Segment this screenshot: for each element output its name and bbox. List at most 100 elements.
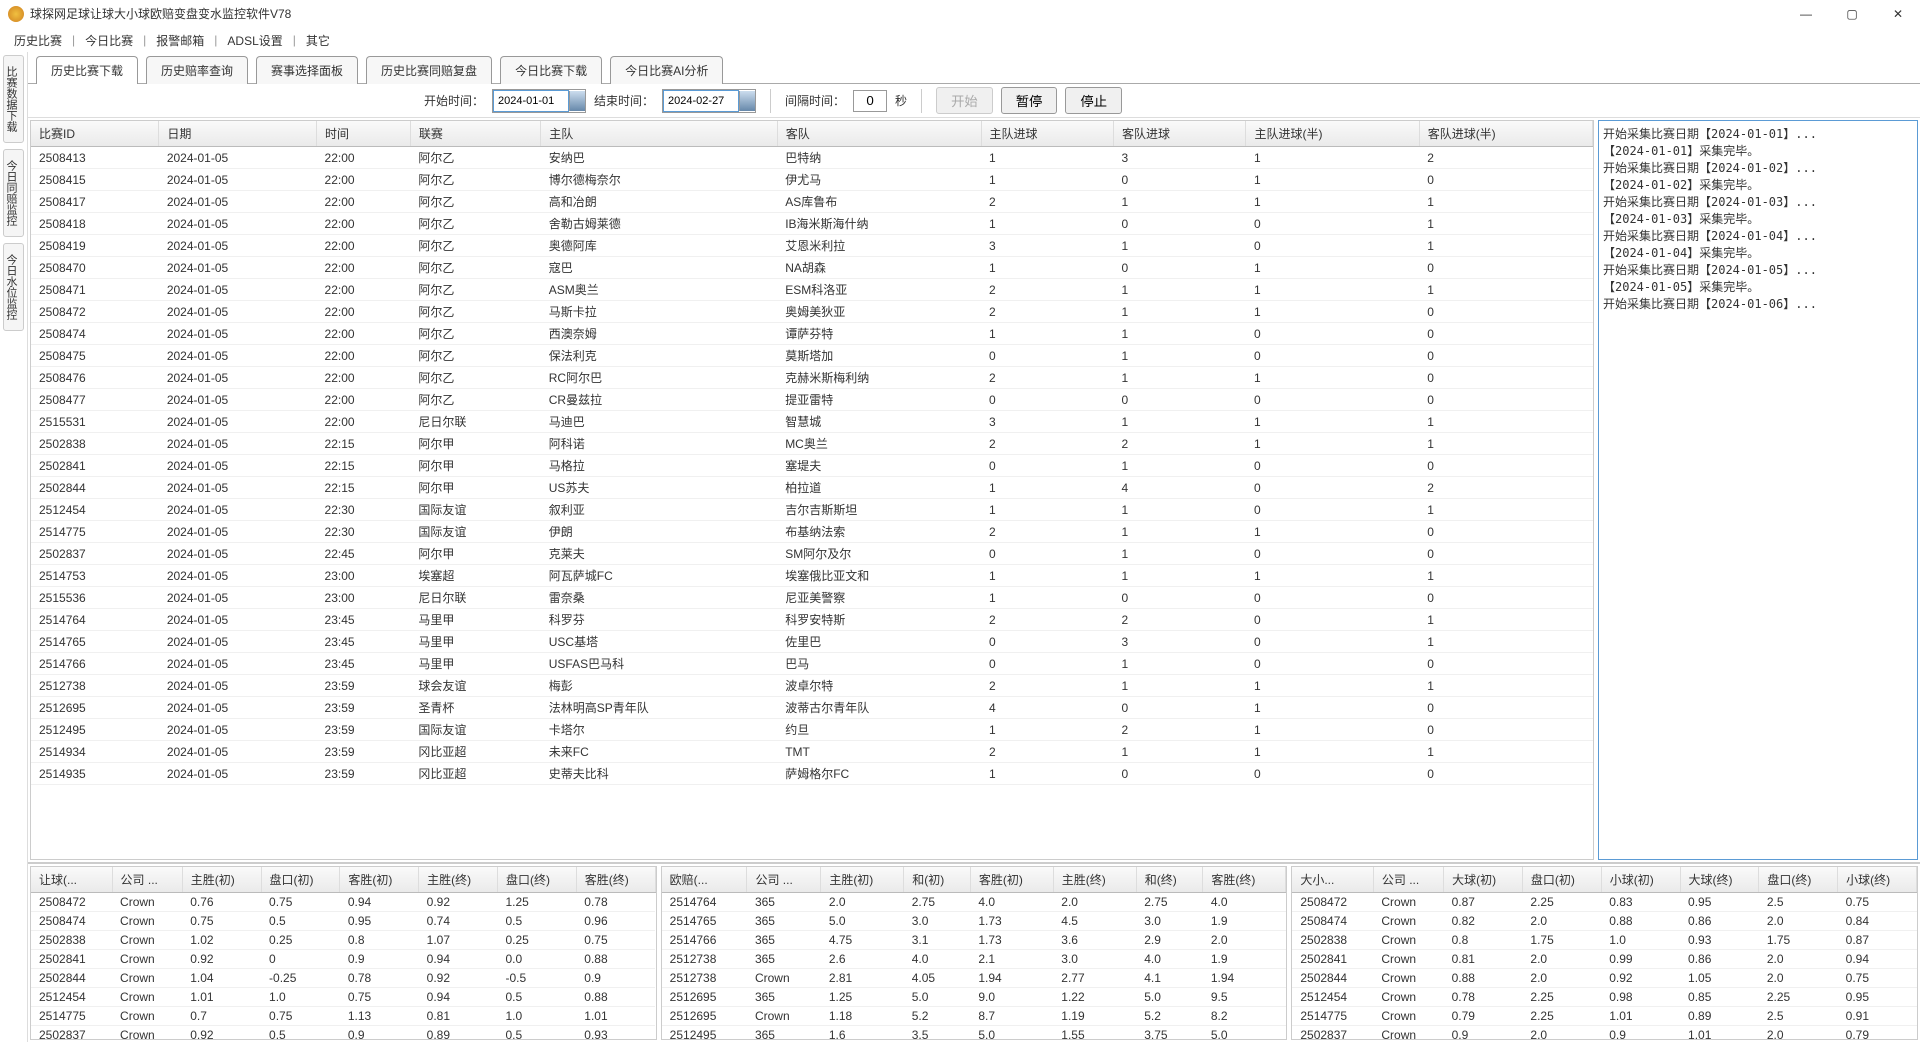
table-row[interactable]: 25084132024-01-0522:00阿尔乙安纳巴巴特纳1312	[31, 147, 1593, 169]
table-row[interactable]: 25084702024-01-0522:00阿尔乙寇巴NA胡森1010	[31, 257, 1593, 279]
table-row[interactable]: 25124952024-01-0523:59国际友谊卡塔尔约旦1210	[31, 719, 1593, 741]
handicap-panel[interactable]: 让球(...公司 ...主胜(初)盘口(初)客胜(初)主胜(终)盘口(终)客胜(…	[30, 866, 657, 1040]
horizontal-tab[interactable]: 赛事选择面板	[256, 56, 358, 84]
column-header[interactable]: 客胜(初)	[340, 867, 419, 893]
vertical-tab[interactable]: 今日水位监控	[3, 243, 24, 331]
minimize-button[interactable]: —	[1792, 4, 1820, 24]
table-row[interactable]: 2508474Crown0.750.50.950.740.50.96	[31, 912, 655, 931]
table-row[interactable]: 25028412024-01-0522:15阿尔甲马格拉塞堤夫0100	[31, 455, 1593, 477]
table-row[interactable]: 25084712024-01-0522:00阿尔乙ASM奥兰ESM科洛亚2111	[31, 279, 1593, 301]
table-row[interactable]: 2508472Crown0.760.750.940.921.250.78	[31, 893, 655, 912]
table-row[interactable]: 2502838Crown0.81.751.00.931.750.87	[1292, 931, 1916, 950]
table-row[interactable]: 25084192024-01-0522:00阿尔乙奥德阿库艾恩米利拉3101	[31, 235, 1593, 257]
end-date-box[interactable]	[662, 89, 756, 113]
horizontal-tab[interactable]: 历史赔率查询	[146, 56, 248, 84]
table-row[interactable]: 25028372024-01-0522:45阿尔甲克莱夫SM阿尔及尔0100	[31, 543, 1593, 565]
main-table-panel[interactable]: 比赛ID日期时间联赛主队客队主队进球客队进球主队进球(半)客队进球(半) 250…	[30, 120, 1594, 860]
column-header[interactable]: 盘口(终)	[1759, 867, 1838, 893]
column-header[interactable]: 小球(终)	[1838, 867, 1917, 893]
table-row[interactable]: 25155312024-01-0522:00尼日尔联马迪巴智慧城3111	[31, 411, 1593, 433]
menu-item[interactable]: ADSL设置	[221, 30, 288, 51]
menu-item[interactable]: 其它	[300, 30, 336, 51]
column-header[interactable]: 公司 ...	[112, 867, 182, 893]
table-row[interactable]: 25084152024-01-0522:00阿尔乙博尔德梅奈尔伊尤马1010	[31, 169, 1593, 191]
table-row[interactable]: 25028382024-01-0522:15阿尔甲阿科诺MC奥兰2211	[31, 433, 1593, 455]
table-row[interactable]: 2512454Crown0.782.250.980.852.250.95	[1292, 988, 1916, 1007]
stop-button[interactable]: 停止	[1065, 87, 1122, 114]
table-row[interactable]: 25147643652.02.754.02.02.754.0	[662, 893, 1286, 912]
over-under-panel[interactable]: 大小...公司 ...大球(初)盘口(初)小球(初)大球(终)盘口(终)小球(终…	[1291, 866, 1918, 1040]
table-row[interactable]: 2514775Crown0.792.251.010.892.50.91	[1292, 1007, 1916, 1026]
table-row[interactable]: 2512695Crown1.185.28.71.195.28.2	[662, 1007, 1286, 1026]
horizontal-tab[interactable]: 今日比赛AI分析	[610, 56, 723, 84]
column-header[interactable]: 比赛ID	[31, 121, 159, 147]
table-row[interactable]: 2502844Crown1.04-0.250.780.92-0.50.9	[31, 969, 655, 988]
table-row[interactable]: 2508474Crown0.822.00.880.862.00.84	[1292, 912, 1916, 931]
start-button[interactable]: 开始	[936, 87, 993, 114]
column-header[interactable]: 公司 ...	[1373, 867, 1443, 893]
table-row[interactable]: 2514775Crown0.70.751.130.811.01.01	[31, 1007, 655, 1026]
table-row[interactable]: 25124542024-01-0522:30国际友谊叙利亚吉尔吉斯斯坦1101	[31, 499, 1593, 521]
close-button[interactable]: ✕	[1884, 4, 1912, 24]
table-row[interactable]: 25147532024-01-0523:00埃塞超阿瓦萨城FC埃塞俄比亚文和11…	[31, 565, 1593, 587]
column-header[interactable]: 主胜(初)	[821, 867, 904, 893]
horizontal-tab[interactable]: 历史比赛下载	[36, 56, 138, 84]
column-header[interactable]: 盘口(终)	[497, 867, 576, 893]
column-header[interactable]: 客胜(初)	[970, 867, 1053, 893]
column-header[interactable]: 时间	[317, 121, 411, 147]
table-row[interactable]: 25084182024-01-0522:00阿尔乙舍勒古姆莱德IB海米斯海什纳1…	[31, 213, 1593, 235]
menu-item[interactable]: 今日比赛	[79, 30, 139, 51]
table-row[interactable]: 25084722024-01-0522:00阿尔乙马斯卡拉奥姆美狄亚2110	[31, 301, 1593, 323]
column-header[interactable]: 日期	[159, 121, 317, 147]
column-header[interactable]: 主胜(终)	[419, 867, 498, 893]
column-header[interactable]: 客队进球(半)	[1419, 121, 1592, 147]
table-row[interactable]: 25084772024-01-0522:00阿尔乙CR曼兹拉提亚雷特0000	[31, 389, 1593, 411]
table-row[interactable]: 25028442024-01-0522:15阿尔甲US苏夫柏拉道1402	[31, 477, 1593, 499]
table-row[interactable]: 25084752024-01-0522:00阿尔乙保法利克莫斯塔加0100	[31, 345, 1593, 367]
column-header[interactable]: 客胜(终)	[576, 867, 655, 893]
column-header[interactable]: 盘口(初)	[1522, 867, 1601, 893]
interval-input[interactable]	[853, 90, 887, 112]
table-row[interactable]: 2502844Crown0.882.00.921.052.00.75	[1292, 969, 1916, 988]
table-row[interactable]: 25126953651.255.09.01.225.09.5	[662, 988, 1286, 1007]
euro-odds-panel[interactable]: 欧赔(...公司 ...主胜(初)和(初)客胜(初)主胜(终)和(终)客胜(终)…	[661, 866, 1288, 1040]
table-row[interactable]: 2502837Crown0.92.00.91.012.00.79	[1292, 1026, 1916, 1041]
horizontal-tab[interactable]: 历史比赛同赔复盘	[366, 56, 492, 84]
table-row[interactable]: 2508472Crown0.872.250.830.952.50.75	[1292, 893, 1916, 912]
column-header[interactable]: 欧赔(...	[662, 867, 747, 893]
table-row[interactable]: 2502841Crown0.812.00.990.862.00.94	[1292, 950, 1916, 969]
menu-item[interactable]: 历史比赛	[8, 30, 68, 51]
column-header[interactable]: 客胜(终)	[1203, 867, 1286, 893]
table-row[interactable]: 25084762024-01-0522:00阿尔乙RC阿尔巴克赫米斯梅利纳211…	[31, 367, 1593, 389]
table-row[interactable]: 25147663654.753.11.733.62.92.0	[662, 931, 1286, 950]
vertical-tab[interactable]: 比赛数据下载	[3, 55, 24, 143]
column-header[interactable]: 主队	[541, 121, 777, 147]
table-row[interactable]: 25149352024-01-0523:59冈比亚超史蒂夫比科萨姆格尔FC100…	[31, 763, 1593, 785]
table-row[interactable]: 25147662024-01-0523:45马里甲USFAS巴马科巴马0100	[31, 653, 1593, 675]
table-row[interactable]: 25147652024-01-0523:45马里甲USC基塔佐里巴0301	[31, 631, 1593, 653]
column-header[interactable]: 主队进球(半)	[1246, 121, 1419, 147]
table-row[interactable]: 2502841Crown0.9200.90.940.00.88	[31, 950, 655, 969]
table-row[interactable]: 2512738Crown2.814.051.942.774.11.94	[662, 969, 1286, 988]
column-header[interactable]: 客队	[777, 121, 981, 147]
table-row[interactable]: 25147752024-01-0522:30国际友谊伊朗布基纳法索2110	[31, 521, 1593, 543]
table-row[interactable]: 25127382024-01-0523:59球会友谊梅彭波卓尔特2111	[31, 675, 1593, 697]
column-header[interactable]: 和(初)	[904, 867, 971, 893]
column-header[interactable]: 盘口(初)	[261, 867, 340, 893]
column-header[interactable]: 大球(初)	[1444, 867, 1523, 893]
calendar-icon[interactable]	[739, 91, 755, 111]
end-date-input[interactable]	[663, 90, 739, 112]
column-header[interactable]: 主队进球	[981, 121, 1113, 147]
start-date-box[interactable]	[492, 89, 586, 113]
column-header[interactable]: 大小...	[1292, 867, 1373, 893]
table-row[interactable]: 25149342024-01-0523:59冈比亚超未来FCTMT2111	[31, 741, 1593, 763]
start-date-input[interactable]	[493, 90, 569, 112]
column-header[interactable]: 主胜(初)	[182, 867, 261, 893]
table-row[interactable]: 25124953651.63.55.01.553.755.0	[662, 1026, 1286, 1041]
table-row[interactable]: 25126952024-01-0523:59圣青杯法林明高SP青年队波蒂古尔青年…	[31, 697, 1593, 719]
column-header[interactable]: 公司 ...	[747, 867, 821, 893]
column-header[interactable]: 让球(...	[31, 867, 112, 893]
table-row[interactable]: 25127383652.64.02.13.04.01.9	[662, 950, 1286, 969]
table-row[interactable]: 25147642024-01-0523:45马里甲科罗芬科罗安特斯2201	[31, 609, 1593, 631]
column-header[interactable]: 大球(终)	[1680, 867, 1759, 893]
